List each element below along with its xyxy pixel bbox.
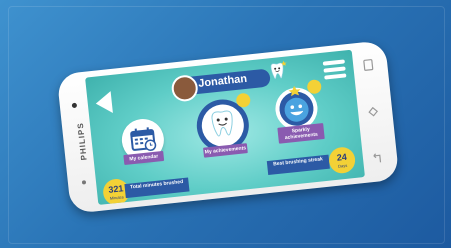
total-minutes-label: Total minutes brushed [129, 179, 184, 191]
streak-label: Best brushing streak [272, 156, 324, 168]
back-arrow-button[interactable] [94, 91, 113, 115]
profile-name: Jonathan [197, 72, 248, 90]
menu-button[interactable] [322, 59, 347, 80]
profile-pill[interactable]: Jonathan [170, 68, 271, 103]
recent-apps-icon[interactable] [361, 57, 376, 72]
sparkly-tile[interactable]: Sparkly achievements [271, 78, 326, 144]
photo-scene: PHILIPS Jonathan My calendar My achievem… [0, 0, 451, 248]
home-icon[interactable] [366, 104, 381, 119]
avatar [170, 74, 200, 103]
total-minutes-bar: Total minutes brushed [124, 177, 190, 199]
streak-bar: Best brushing streak [266, 154, 330, 176]
sparkly-label: Sparkly achievements [277, 123, 325, 144]
tooth-mascot-icon [270, 60, 287, 80]
achievements-tile[interactable]: My achievements [192, 91, 254, 161]
calendar-tile[interactable]: My calendar [119, 116, 168, 166]
back-nav-icon[interactable] [370, 151, 385, 166]
streak-stat: 24 Days [327, 145, 357, 175]
